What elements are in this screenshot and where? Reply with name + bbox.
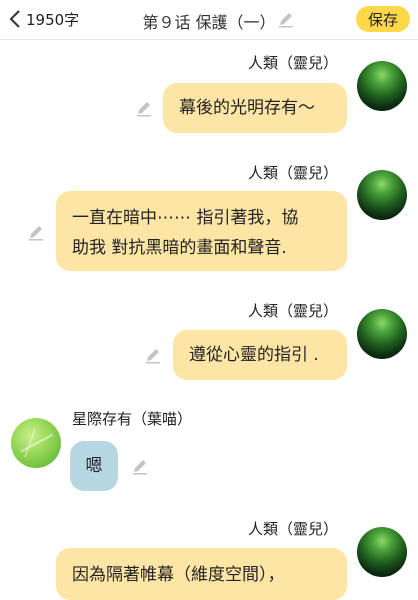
message-bubble[interactable]: 幕後的光明存有～ <box>163 83 347 133</box>
word-count: 1950字 <box>26 10 80 29</box>
avatar[interactable] <box>357 61 407 111</box>
message-text-line: 一直在暗中⋯⋯ 指引著我，協 <box>72 208 299 228</box>
edit-message-icon[interactable] <box>26 222 46 246</box>
sender-name: 人類（靈兒） <box>247 302 338 320</box>
message-text: 因為隔著帷幕（維度空間）， <box>72 565 285 585</box>
message-text: 遵從心靈的指引 . <box>189 345 319 365</box>
sender-name: 星際存有（葉喵） <box>72 410 193 428</box>
message-text: 幕後的光明存有～ <box>179 98 315 118</box>
message-bubble[interactable]: 一直在暗中⋯⋯ 指引著我，協 助我 對抗黑暗的畫面和聲音. <box>56 191 347 271</box>
message-text-line: 助我 對抗黑暗的畫面和聲音. <box>72 238 287 258</box>
sender-name: 人類（靈兒） <box>247 54 338 72</box>
message-text: 嗯 <box>85 456 103 476</box>
avatar[interactable] <box>357 170 407 220</box>
avatar[interactable] <box>357 309 407 359</box>
sender-name: 人類（靈兒） <box>247 164 338 182</box>
sender-name: 人類（靈兒） <box>247 520 338 538</box>
message-bubble[interactable]: 嗯 <box>70 441 118 491</box>
save-button[interactable]: 保存 <box>356 6 410 32</box>
avatar[interactable] <box>357 527 407 577</box>
chevron-left-icon <box>9 10 20 28</box>
edit-message-icon[interactable] <box>134 98 154 122</box>
edit-title-icon[interactable] <box>276 9 296 33</box>
message-bubble[interactable]: 因為隔著帷幕（維度空間）， <box>56 548 347 600</box>
top-bar: 1950字 第９话 保護（一） 保存 <box>0 0 418 40</box>
avatar[interactable] <box>11 418 61 468</box>
edit-message-icon[interactable] <box>130 456 150 480</box>
back-button[interactable]: 1950字 <box>8 6 79 32</box>
edit-message-icon[interactable] <box>143 345 163 369</box>
message-bubble[interactable]: 遵從心靈的指引 . <box>173 330 347 380</box>
